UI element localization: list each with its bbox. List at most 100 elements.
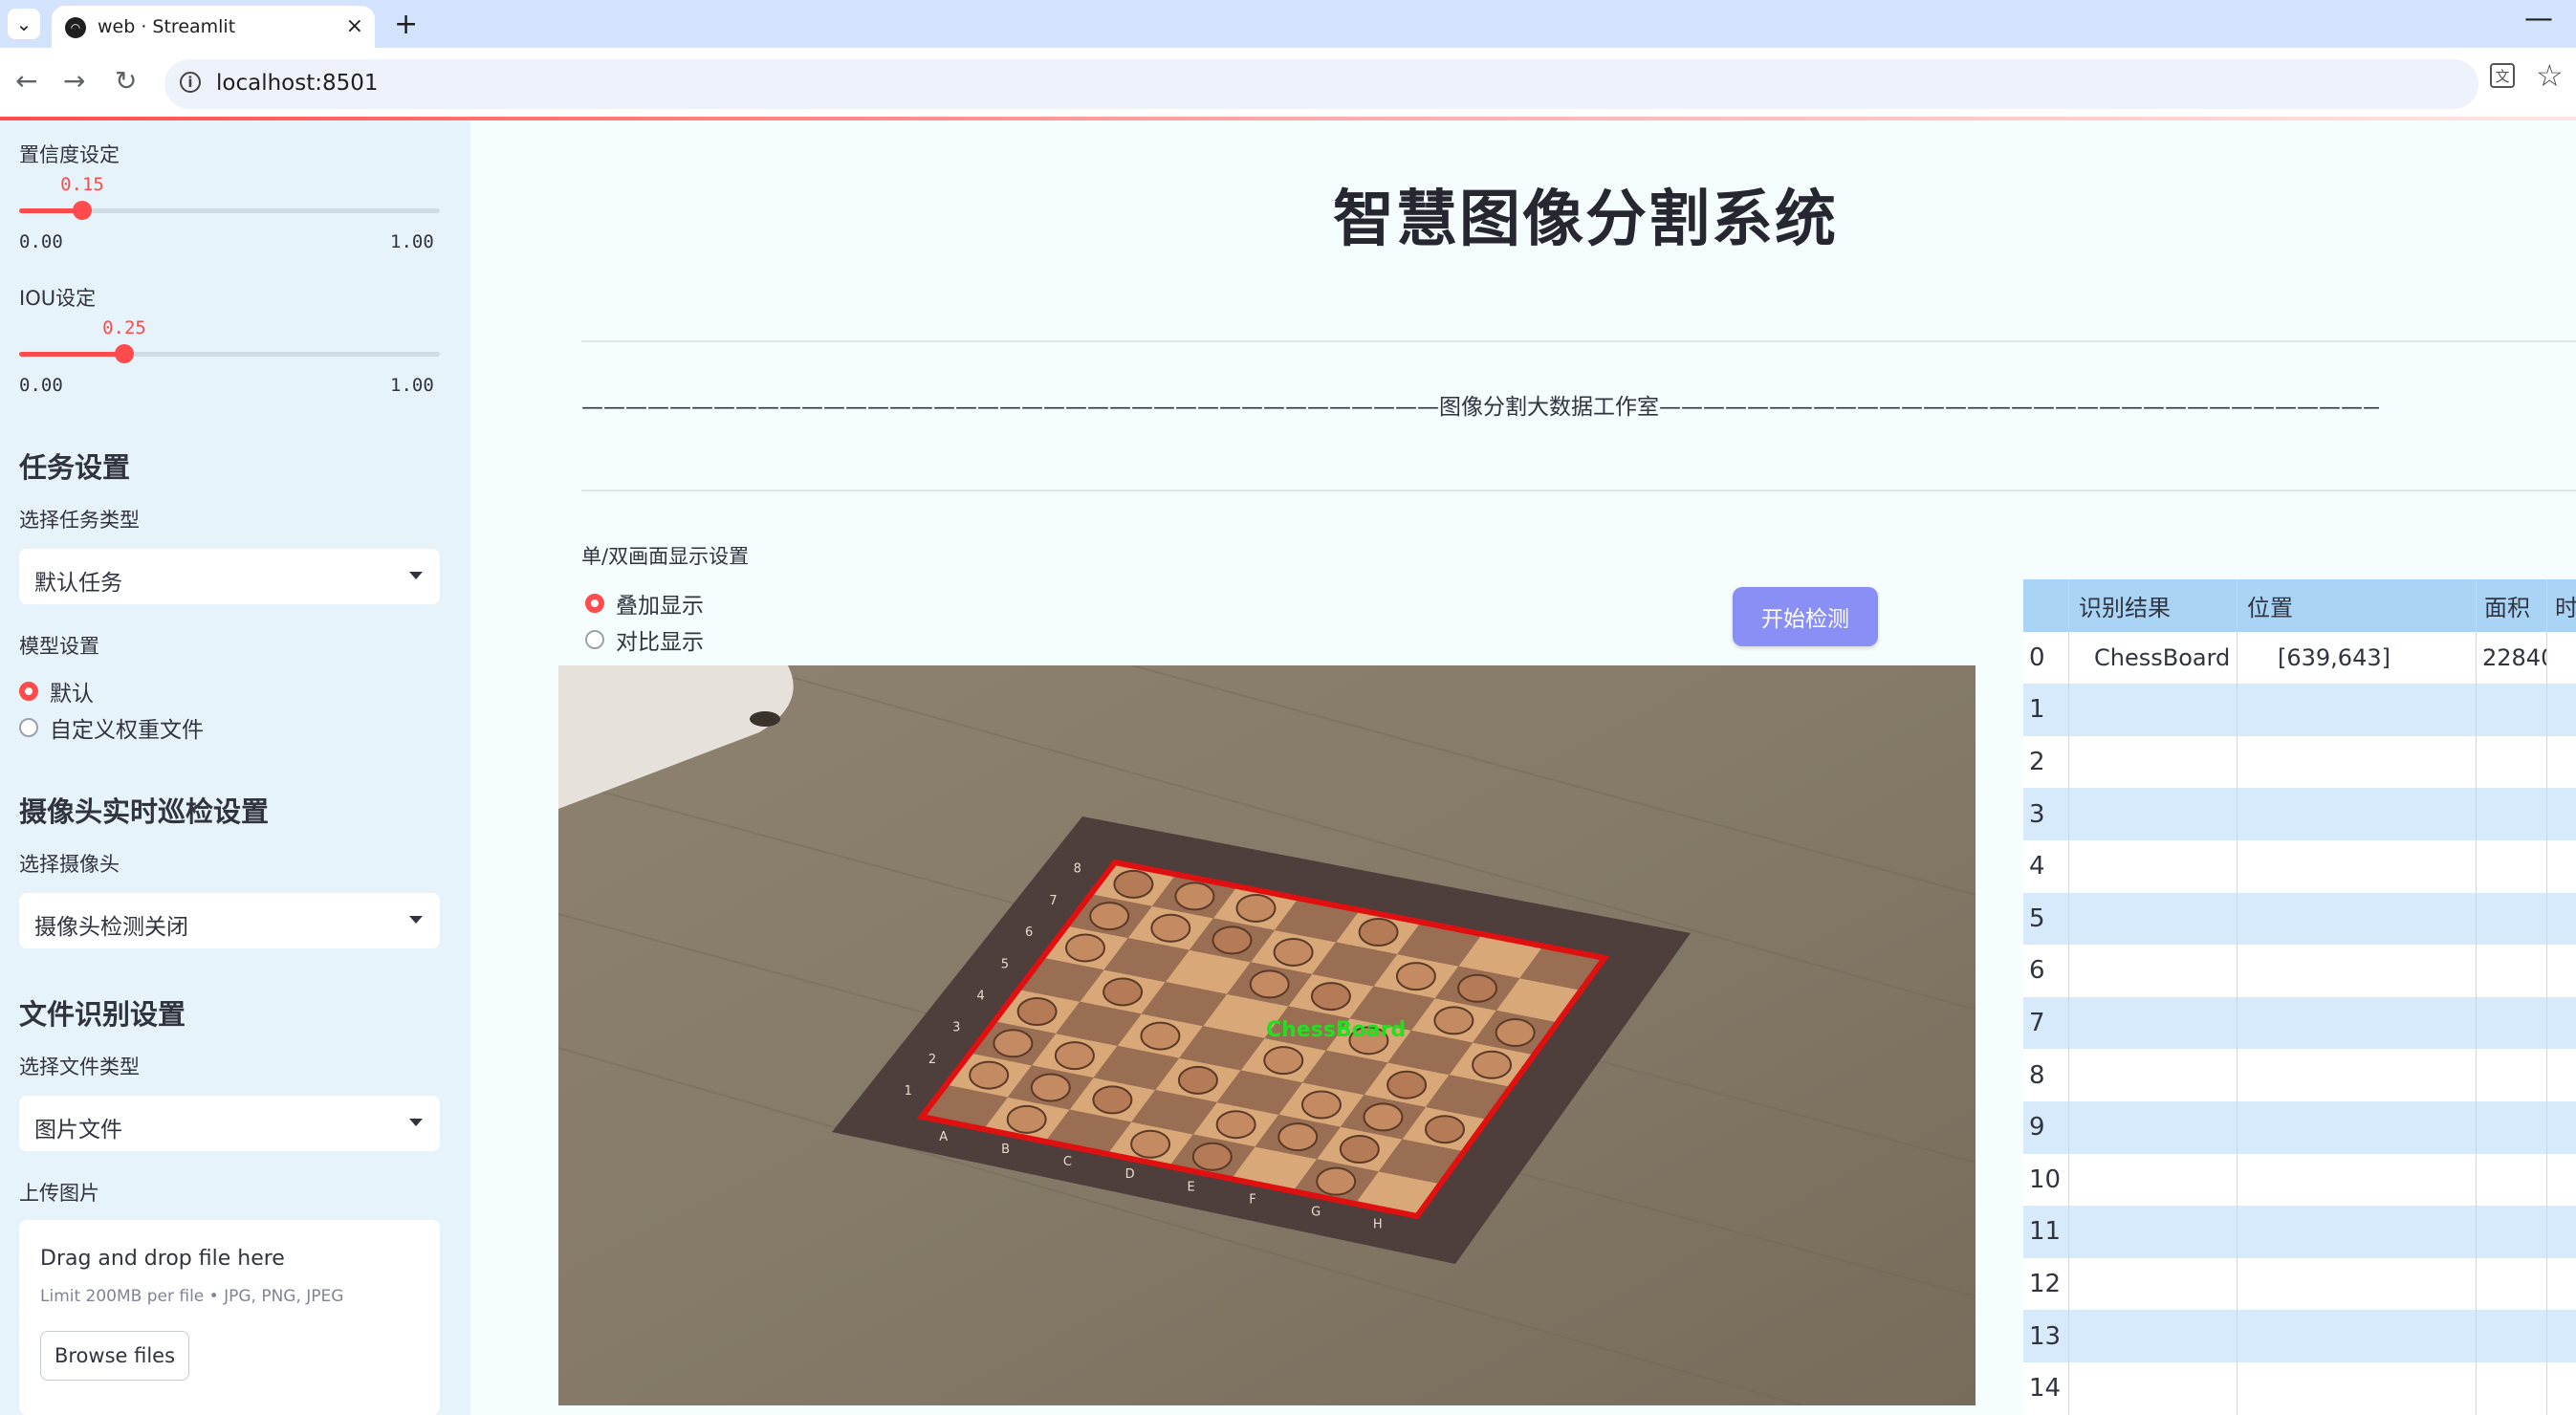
camera-value: 摄像头检测关闭 (34, 915, 188, 940)
row-index: 0 (2023, 631, 2069, 685)
column-header-area[interactable]: 面积 (2477, 579, 2547, 632)
row-index: 5 (2023, 892, 2069, 946)
table-row[interactable]: 6 (2023, 945, 2576, 997)
row-index: 2 (2023, 735, 2069, 789)
chess-piece (1249, 969, 1290, 999)
board-file-label: B (1001, 1143, 1010, 1157)
confidence-value: 0.15 (60, 174, 104, 195)
row-index: 14 (2023, 1362, 2069, 1415)
table-row[interactable]: 10 (2023, 1153, 2576, 1207)
chess-piece (1457, 973, 1498, 1003)
cell-area (2477, 1362, 2547, 1415)
chess-piece (1433, 1006, 1474, 1035)
radio-selected-icon[interactable] (585, 594, 604, 613)
cell-position (2238, 840, 2477, 893)
camera-label: 选择摄像头 (19, 853, 120, 876)
browser-tab[interactable]: ◠ web · Streamlit × (52, 6, 375, 48)
cell-area (2477, 945, 2547, 997)
board-file-label: E (1187, 1180, 1194, 1194)
cell-time (2547, 1154, 2576, 1207)
file-dropzone[interactable]: Drag and drop file here Limit 200MB per … (19, 1220, 440, 1415)
table-row[interactable]: 0ChessBoard[639,643]2284000.03 (2023, 631, 2576, 685)
table-row[interactable]: 12 (2023, 1257, 2576, 1311)
column-header-position[interactable]: 位置 (2238, 579, 2477, 632)
table-row[interactable]: 13 (2023, 1310, 2576, 1362)
iou-slider-fill (19, 352, 124, 357)
new-tab-plus-icon[interactable]: + (394, 8, 418, 41)
radio-unselected-icon[interactable] (19, 718, 38, 737)
radio-unselected-icon[interactable] (585, 630, 604, 649)
confidence-slider[interactable] (19, 201, 440, 220)
window-minimize-icon[interactable]: — (2524, 2, 2553, 35)
model-option-custom[interactable]: 自定义权重文件 (19, 711, 204, 744)
cell-position (2238, 1101, 2477, 1154)
file-type-select[interactable]: 图片文件 (19, 1096, 440, 1151)
chevron-down-icon (409, 1119, 423, 1126)
display-option-compare[interactable]: 对比显示 (585, 623, 704, 656)
iou-max: 1.00 (390, 375, 434, 396)
address-bar[interactable]: i localhost:8501 (164, 59, 2478, 109)
iou-slider-thumb[interactable] (115, 344, 134, 363)
table-row[interactable]: 2 (2023, 735, 2576, 789)
radio-selected-icon[interactable] (19, 682, 38, 701)
cell-position (2238, 1257, 2477, 1311)
confidence-min: 0.00 (19, 231, 63, 252)
task-section-heading: 任务设置 (19, 451, 131, 484)
cell-time (2547, 1310, 2576, 1362)
file-section-heading: 文件识别设置 (19, 998, 186, 1031)
cell-area (2477, 892, 2547, 946)
tab-close-icon[interactable]: × (346, 14, 363, 38)
display-option-label: 对比显示 (616, 630, 704, 655)
back-arrow-icon[interactable]: ← (15, 65, 37, 97)
chessboard-scene: A B C D E F G H 1 2 3 4 5 6 7 8 ChessBoard (558, 665, 1976, 1405)
table-row[interactable]: 8 (2023, 1049, 2576, 1101)
row-index: 13 (2023, 1310, 2069, 1362)
start-detection-button[interactable]: 开始检测 (1733, 587, 1878, 646)
browse-files-button[interactable]: Browse files (40, 1331, 189, 1381)
chess-piece (1215, 1110, 1256, 1140)
table-row[interactable]: 5 (2023, 892, 2576, 946)
confidence-slider-thumb[interactable] (73, 201, 92, 220)
results-table[interactable]: 识别结果 位置 面积 时间 0ChessBoard[639,643]228400… (2023, 579, 2576, 1415)
url-text[interactable]: localhost:8501 (216, 71, 379, 96)
site-info-icon[interactable]: i (180, 72, 201, 93)
iou-slider[interactable] (19, 344, 440, 363)
forward-arrow-icon[interactable]: → (63, 65, 85, 97)
row-index: 3 (2023, 788, 2069, 840)
reload-icon[interactable]: ↻ (115, 65, 137, 97)
bookmark-star-icon[interactable]: ☆ (2536, 57, 2564, 94)
table-row[interactable]: 7 (2023, 996, 2576, 1050)
camera-select[interactable]: 摄像头检测关闭 (19, 893, 440, 948)
sofa-leg (750, 711, 780, 727)
cell-area (2477, 840, 2547, 893)
table-row[interactable]: 11 (2023, 1206, 2576, 1258)
upload-label: 上传图片 (19, 1182, 99, 1205)
chess-piece (1263, 1046, 1304, 1076)
chevron-down-icon (409, 572, 423, 579)
column-header-result[interactable]: 识别结果 (2069, 579, 2238, 632)
board-rank-label: 3 (952, 1021, 960, 1035)
cell-result (2069, 1257, 2238, 1311)
task-type-select[interactable]: 默认任务 (19, 549, 440, 604)
table-row[interactable]: 3 (2023, 788, 2576, 840)
cell-position (2238, 892, 2477, 946)
model-option-label: 默认 (50, 682, 94, 707)
table-row[interactable]: 14 (2023, 1362, 2576, 1415)
chess-piece (993, 1029, 1034, 1058)
model-option-default[interactable]: 默认 (19, 675, 94, 708)
row-index: 10 (2023, 1153, 2069, 1207)
cell-position (2238, 788, 2477, 840)
column-header-time[interactable]: 时间 (2547, 579, 2576, 632)
translate-icon[interactable]: 文 (2490, 63, 2515, 88)
cell-result (2069, 735, 2238, 789)
cell-position (2238, 1206, 2477, 1258)
chess-piece (1363, 1102, 1404, 1132)
table-row[interactable]: 9 (2023, 1101, 2576, 1154)
display-option-overlay[interactable]: 叠加显示 (585, 587, 704, 620)
file-type-label: 选择文件类型 (19, 1056, 140, 1078)
cell-result (2069, 1206, 2238, 1258)
table-row[interactable]: 4 (2023, 840, 2576, 893)
chess-piece (1277, 1122, 1319, 1152)
tab-list-chevron-icon[interactable]: ⌄ (8, 9, 40, 39)
table-row[interactable]: 1 (2023, 684, 2576, 736)
